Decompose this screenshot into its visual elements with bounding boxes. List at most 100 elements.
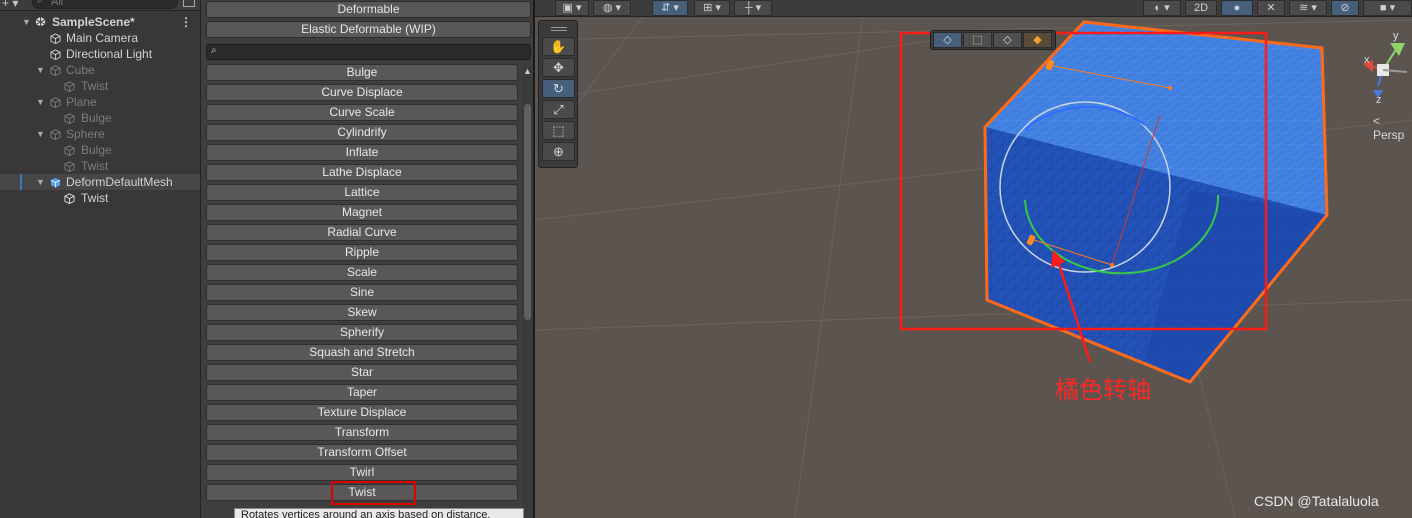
hierarchy-item-label: Twist (81, 159, 109, 173)
menu-item-lathe-displace[interactable]: Lathe Displace (206, 164, 518, 181)
shaded-view-icon[interactable]: ◆ (1023, 32, 1052, 48)
hierarchy-item-label: Twist (81, 191, 109, 205)
hierarchy-panel: + ▾ ⌕ All ▼ SampleScene* ⋮ Main Camera D… (0, 0, 200, 518)
bounds-view-icon[interactable]: ⬚ (963, 32, 992, 48)
menu-item-transform[interactable]: Transform (206, 424, 518, 441)
grid-snap-dropdown[interactable]: ⊞ ▾ (694, 0, 730, 16)
menu-item-ripple[interactable]: Ripple (206, 244, 518, 261)
hierarchy-item-twist[interactable]: Twist (0, 158, 200, 174)
draw-mode-dropdown[interactable]: ▣ ▾ (555, 0, 589, 16)
scene-visibility-icon[interactable]: ⊘ (1331, 0, 1359, 16)
menu-item-star[interactable]: Star (206, 364, 518, 381)
scene-toolbar: ▣ ▾ ◍ ▾ ⇵ ▾ ⊞ ▾ ┼ ▾ ◐ ▾ 2D ● ✕ ≋ ▾ ⊘ ■ ▾ (535, 0, 1412, 17)
mesh-view-icon[interactable]: ◇ (933, 32, 962, 48)
hierarchy-item-label: Sphere (66, 127, 105, 141)
hierarchy-item-bulge[interactable]: Bulge (0, 142, 200, 158)
component-search-input[interactable]: ⌕ (206, 44, 531, 60)
projection-toggle[interactable]: < Persp (1373, 114, 1412, 142)
hierarchy-item-label: Main Camera (66, 31, 139, 45)
hierarchy-item-label: Bulge (81, 111, 112, 125)
rotate-tool-icon[interactable]: ↻ (542, 79, 575, 98)
orientation-gizmo[interactable] (1363, 43, 1408, 98)
hierarchy-item-label: Cube (66, 63, 95, 77)
gizmo-z-label: z (1376, 94, 1382, 106)
hierarchy-item-plane[interactable]: ▼ Plane (0, 94, 200, 110)
hierarchy-item-twist-selected-child[interactable]: Twist (0, 190, 200, 206)
search-icon: ⌕ (211, 45, 217, 56)
menu-item-lattice[interactable]: Lattice (206, 184, 518, 201)
menu-item-inflate[interactable]: Inflate (206, 144, 518, 161)
kebab-menu-icon[interactable]: ⋮ (180, 14, 192, 30)
hierarchy-item-cube[interactable]: ▼ Cube (0, 62, 200, 78)
wire-view-icon[interactable]: ◇ (993, 32, 1022, 48)
transform-tool-icon[interactable]: ⊕ (542, 142, 575, 161)
lighting-toggle-icon[interactable]: ● (1221, 0, 1253, 16)
menu-item-transform-offset[interactable]: Transform Offset (206, 444, 518, 461)
menu-item-elastic-deformable[interactable]: Elastic Deformable (WIP) (206, 21, 531, 38)
tooltip: Rotates vertices around an axis based on… (234, 508, 524, 518)
menu-scrollbar[interactable]: ▲ (522, 66, 532, 518)
hierarchy-item-label: SampleScene* (52, 15, 135, 29)
menu-item-cylindrify[interactable]: Cylindrify (206, 124, 518, 141)
scene-view[interactable] (535, 0, 1412, 518)
hierarchy-item-scene[interactable]: ▼ SampleScene* ⋮ (0, 14, 200, 30)
hierarchy-toolbar: + ▾ ⌕ All (0, 0, 200, 11)
2d-toggle-button[interactable]: 2D (1185, 0, 1217, 16)
globe-dropdown[interactable]: ◍ ▾ (593, 0, 631, 16)
menu-item-deformable[interactable]: Deformable (206, 1, 531, 18)
lock-icon[interactable] (183, 0, 195, 7)
menu-item-curve-scale[interactable]: Curve Scale (206, 104, 518, 121)
add-component-menu: Deformable Elastic Deformable (WIP) ⌕ Bu… (200, 0, 535, 518)
hierarchy-search-field[interactable]: ⌕ All (32, 0, 178, 9)
expand-arrow-icon[interactable]: ▼ (36, 94, 45, 110)
annotation-label: 橘色转轴 (1055, 376, 1151, 404)
tool-palette: ✋ ✥ ↻ ⤢ ⬚ ⊕ (538, 20, 578, 168)
hierarchy-item-twist[interactable]: Twist (0, 78, 200, 94)
hierarchy-item-sphere[interactable]: ▼ Sphere (0, 126, 200, 142)
menu-item-spherify[interactable]: Spherify (206, 324, 518, 341)
menu-item-taper[interactable]: Taper (206, 384, 518, 401)
menu-item-twirl[interactable]: Twirl (206, 464, 518, 481)
hand-tool-icon[interactable]: ✋ (542, 37, 575, 56)
gameobject-icon (64, 193, 75, 204)
gizmo-y-label: y (1393, 30, 1399, 42)
effects-dropdown[interactable]: ≋ ▾ (1289, 0, 1327, 16)
expand-arrow-icon[interactable]: ▼ (36, 62, 45, 78)
gameobject-icon (64, 113, 75, 124)
menu-item-texture-displace[interactable]: Texture Displace (206, 404, 518, 421)
menu-item-scale[interactable]: Scale (206, 264, 518, 281)
expand-arrow-icon[interactable]: ▼ (36, 126, 45, 142)
menu-item-squash-and-stretch[interactable]: Squash and Stretch (206, 344, 518, 361)
hierarchy-item-deformdefaultmesh[interactable]: ▼ DeformDefaultMesh (0, 174, 200, 190)
audio-toggle-icon[interactable]: ✕ (1257, 0, 1285, 16)
palette-grip[interactable] (551, 27, 567, 28)
pivot-dropdown[interactable]: ⇵ ▾ (652, 0, 688, 16)
menu-item-radial-curve[interactable]: Radial Curve (206, 224, 518, 241)
camera-dropdown[interactable]: ■ ▾ (1363, 0, 1412, 16)
menu-item-magnet[interactable]: Magnet (206, 204, 518, 221)
hierarchy-item-directional-light[interactable]: Directional Light (0, 46, 200, 62)
scale-tool-icon[interactable]: ⤢ (542, 100, 575, 119)
menu-item-bulge[interactable]: Bulge (206, 64, 518, 81)
hierarchy-search-placeholder: All (51, 0, 64, 8)
hierarchy-item-bulge[interactable]: Bulge (0, 110, 200, 126)
hierarchy-item-label: DeformDefaultMesh (66, 175, 173, 189)
scene-canvas (535, 0, 1412, 518)
expand-arrow-icon[interactable]: ▼ (36, 174, 45, 190)
hierarchy-item-main-camera[interactable]: Main Camera (0, 30, 200, 46)
watermark: CSDN @Tatalaluola (1254, 493, 1379, 509)
menu-item-curve-displace[interactable]: Curve Displace (206, 84, 518, 101)
menu-item-sine[interactable]: Sine (206, 284, 518, 301)
menu-item-skew[interactable]: Skew (206, 304, 518, 321)
increment-snap-dropdown[interactable]: ┼ ▾ (734, 0, 772, 16)
rect-tool-icon[interactable]: ⬚ (542, 121, 575, 140)
gameobject-icon (50, 65, 61, 76)
scroll-up-arrow-icon[interactable]: ▲ (523, 66, 532, 76)
move-tool-icon[interactable]: ✥ (542, 58, 575, 77)
unity-scene-icon (35, 16, 46, 27)
scrollbar-thumb[interactable] (524, 104, 531, 320)
add-dropdown[interactable]: + ▾ (2, 0, 18, 10)
render-mode-dropdown[interactable]: ◐ ▾ (1143, 0, 1181, 16)
expand-arrow-icon[interactable]: ▼ (22, 14, 31, 30)
hierarchy-item-label: Bulge (81, 143, 112, 157)
